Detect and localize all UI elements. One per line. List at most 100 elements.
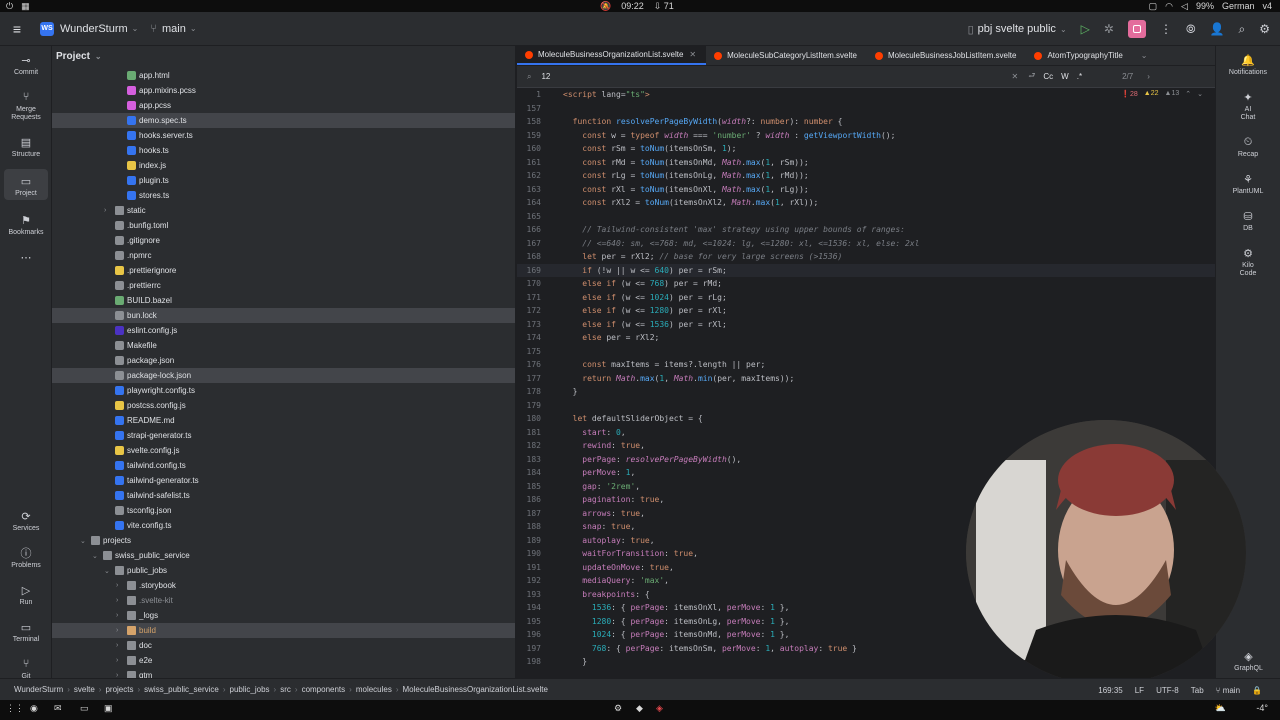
toolwindow-git[interactable]: ⑂ Git: [0, 654, 52, 681]
line-number[interactable]: 196: [517, 630, 553, 639]
tree-file[interactable]: .gitignore: [52, 233, 515, 248]
run-config-selector[interactable]: ▯ pbj svelte public ⌄: [968, 17, 1067, 41]
tree-folder[interactable]: › .storybook: [52, 578, 515, 593]
inspection-widget[interactable]: ❗28 ▲22 ▲13 ⌃ ⌄: [1121, 90, 1203, 98]
chevron-right-icon[interactable]: ›: [116, 642, 125, 649]
line-number[interactable]: 171: [517, 293, 553, 302]
tree-folder[interactable]: › _logs: [52, 608, 515, 623]
breadcrumb-item[interactable]: MoleculeBusinessOrganizationList.svelte: [403, 685, 548, 694]
debug-icon[interactable]: ✲: [1104, 22, 1114, 36]
line-number[interactable]: 181: [517, 428, 553, 437]
editor-tab[interactable]: MoleculeBusinessJobListItem.svelte: [867, 46, 1027, 65]
editor-tab[interactable]: MoleculeBusinessOrganizationList.svelte ✕: [517, 46, 707, 65]
settings-icon[interactable]: ⚙: [1259, 22, 1270, 36]
mail-icon[interactable]: ✉: [54, 703, 62, 714]
keyboard-layout[interactable]: German: [1222, 1, 1255, 11]
match-case-toggle[interactable]: Cc: [1043, 72, 1053, 81]
line-number[interactable]: 194: [517, 603, 553, 612]
toolwindow-db[interactable]: ⛁ DB: [1216, 206, 1280, 233]
chevron-right-icon[interactable]: ›: [116, 627, 125, 634]
tree-file[interactable]: hooks.server.ts: [52, 128, 515, 143]
caret-position[interactable]: 169:35: [1098, 686, 1122, 695]
lock-icon[interactable]: 🔒: [1252, 686, 1262, 695]
toolwindow-recap[interactable]: ⏲ Recap: [1216, 132, 1280, 159]
chevron-right-icon[interactable]: ›: [116, 657, 125, 664]
toolwindow-more[interactable]: ⋯: [0, 247, 52, 266]
breadcrumb-item[interactable]: svelte: [74, 685, 95, 694]
tree-file[interactable]: .prettierignore: [52, 263, 515, 278]
graphql-tool[interactable]: ◈ GraphQL: [1216, 646, 1280, 673]
tree-file[interactable]: tsconfig.json: [52, 503, 515, 518]
line-number[interactable]: 185: [517, 482, 553, 491]
apps-icon[interactable]: ⋮⋮: [6, 703, 24, 714]
line-number[interactable]: 161: [517, 158, 553, 167]
line-number[interactable]: 188: [517, 522, 553, 531]
line-number[interactable]: 174: [517, 333, 553, 342]
line-number[interactable]: 198: [517, 657, 553, 666]
toolwindow-services[interactable]: ⟳ Services: [0, 506, 52, 533]
project-panel-header[interactable]: Project ⌄: [52, 46, 515, 66]
breadcrumb-item[interactable]: projects: [105, 685, 133, 694]
tree-file[interactable]: README.md: [52, 413, 515, 428]
line-number[interactable]: 176: [517, 360, 553, 369]
tree-file[interactable]: hooks.ts: [52, 143, 515, 158]
chevron-right-icon[interactable]: ›: [104, 207, 113, 214]
indent-setting[interactable]: Tab: [1191, 686, 1204, 695]
breadcrumb-item[interactable]: public_jobs: [230, 685, 270, 694]
breadcrumb-item[interactable]: swiss_public_service: [144, 685, 219, 694]
settings-taskbar-icon[interactable]: ⚙: [614, 703, 622, 714]
breadcrumb-item[interactable]: molecules: [356, 685, 392, 694]
tree-file[interactable]: BUILD.bazel: [52, 293, 515, 308]
line-number[interactable]: 190: [517, 549, 553, 558]
next-match-icon[interactable]: ›: [1147, 72, 1150, 81]
chevron-right-icon[interactable]: ›: [116, 582, 125, 589]
search-icon[interactable]: ⌕: [1239, 22, 1246, 37]
line-number[interactable]: 197: [517, 644, 553, 653]
line-number[interactable]: 193: [517, 590, 553, 599]
toolwindow-problems[interactable]: ⓘ Problems: [0, 543, 52, 570]
toolwindow-structure[interactable]: ▤ Structure: [0, 132, 52, 159]
file-encoding[interactable]: UTF-8: [1156, 686, 1179, 695]
tree-file[interactable]: strapi-generator.ts: [52, 428, 515, 443]
tree-file[interactable]: Makefile: [52, 338, 515, 353]
tree-file[interactable]: package.json: [52, 353, 515, 368]
line-number[interactable]: 189: [517, 536, 553, 545]
notification-bell-icon[interactable]: 🔕: [600, 1, 611, 12]
account-icon[interactable]: 👤: [1210, 22, 1225, 36]
tree-file[interactable]: bun.lock: [52, 308, 515, 323]
breadcrumb-item[interactable]: src: [280, 685, 291, 694]
files-icon[interactable]: ▣: [104, 703, 113, 714]
main-menu-button[interactable]: ≡: [0, 17, 34, 41]
clear-icon[interactable]: ✕: [1011, 72, 1018, 81]
line-number[interactable]: 164: [517, 198, 553, 207]
more-actions-icon[interactable]: ⋮: [1160, 22, 1172, 36]
project-switcher[interactable]: WS WunderSturm ⌄: [34, 17, 144, 41]
toolwindow-run[interactable]: ▷ Run: [0, 580, 52, 607]
line-number[interactable]: 182: [517, 441, 553, 450]
tree-file[interactable]: plugin.ts: [52, 173, 515, 188]
toolwindow-notifications[interactable]: 🔔 Notifications: [1216, 50, 1280, 77]
tree-file[interactable]: tailwind-safelist.ts: [52, 488, 515, 503]
tree-file[interactable]: playwright.config.ts: [52, 383, 515, 398]
branch-switcher[interactable]: ⑂ main ⌄: [144, 17, 202, 41]
tree-file[interactable]: .bunfig.toml: [52, 218, 515, 233]
line-number[interactable]: 1: [517, 90, 553, 99]
line-ending[interactable]: LF: [1135, 686, 1144, 695]
line-number[interactable]: 172: [517, 306, 553, 315]
line-number[interactable]: 162: [517, 171, 553, 180]
editor-tab[interactable]: AtomTypographyTitle: [1026, 46, 1132, 65]
tree-folder[interactable]: › e2e: [52, 653, 515, 668]
line-number[interactable]: 186: [517, 495, 553, 504]
tree-file[interactable]: postcss.config.js: [52, 398, 515, 413]
toolwindow-project[interactable]: ▭ Project: [4, 169, 48, 200]
tree-file[interactable]: app.pcss: [52, 98, 515, 113]
copilot-icon[interactable]: ⦾: [1186, 22, 1196, 37]
power-icon[interactable]: ⏻: [6, 1, 13, 12]
line-number[interactable]: 187: [517, 509, 553, 518]
tree-folder[interactable]: › static: [52, 203, 515, 218]
tree-folder[interactable]: ⌄ projects: [52, 533, 515, 548]
tree-folder[interactable]: ⌄ public_jobs: [52, 563, 515, 578]
line-number[interactable]: 168: [517, 252, 553, 261]
regex-toggle[interactable]: .*: [1077, 72, 1082, 81]
start-icon[interactable]: ◉: [30, 703, 38, 714]
